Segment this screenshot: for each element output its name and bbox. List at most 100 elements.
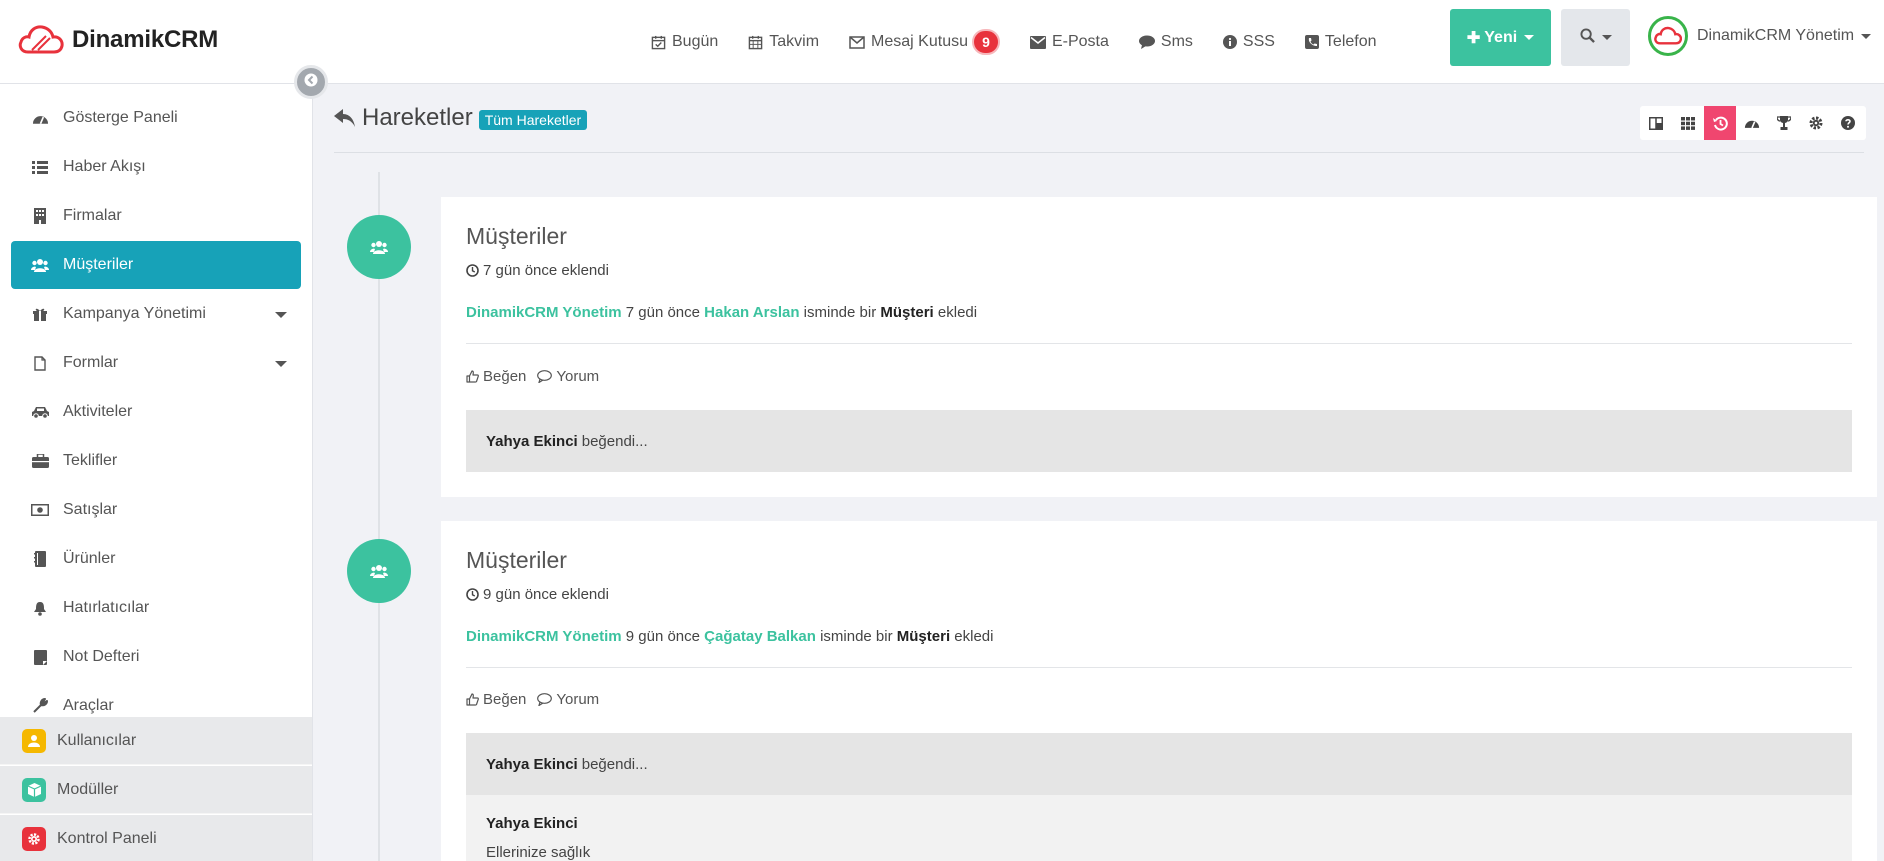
when-text: 9 gün önce — [625, 628, 700, 645]
envelope-outline-icon — [849, 35, 865, 49]
sidebar-item-kontrol-paneli[interactable]: Kontrol Paneli — [0, 815, 312, 861]
chevron-down-icon — [1524, 35, 1535, 40]
nav-label: Bugün — [672, 33, 719, 50]
view-toolbar — [1640, 106, 1866, 140]
sidebar-item-label: Kullanıcılar — [57, 731, 137, 749]
like-label: Beğen — [483, 691, 527, 708]
sidebar-item-firmalar[interactable]: Firmalar — [11, 192, 301, 240]
card-body: DinamikCRM Yönetim 7 gün önce Hakan Arsl… — [466, 304, 977, 321]
comment-button[interactable]: Yorum — [537, 368, 599, 385]
nav-label: SSS — [1242, 33, 1275, 50]
filter-label[interactable]: Tüm Hareketler — [478, 110, 588, 130]
sidebar-item-haber-akisi[interactable]: Haber Akışı — [11, 143, 301, 191]
sidebar-item-label: Kontrol Paneli — [57, 829, 157, 847]
nav-bugun[interactable]: Bugün — [651, 33, 718, 51]
history-icon[interactable] — [1704, 106, 1736, 140]
sidebar-item-kampanya-yonetimi[interactable]: Kampanya Yönetimi — [11, 290, 301, 338]
timeline-users-icon — [347, 539, 411, 603]
comment-icon — [1138, 35, 1155, 49]
sidebar-item-kullanicilar[interactable]: Kullanıcılar — [0, 717, 312, 765]
user-menu[interactable]: DinamikCRM Yönetim — [1648, 16, 1872, 56]
type-text: Müşteri — [896, 628, 951, 645]
new-button-label: Yeni — [1484, 28, 1518, 46]
card-actions: Beğen Yorum — [466, 368, 610, 385]
like-button[interactable]: Beğen — [466, 691, 526, 708]
comment-label: Yorum — [556, 691, 600, 708]
liker-name[interactable]: Yahya Ekinci — [486, 433, 578, 450]
liker-name[interactable]: Yahya Ekinci — [486, 756, 578, 773]
subject-link[interactable]: Çağatay Balkan — [704, 628, 816, 645]
card-time-text: 9 gün önce eklendi — [483, 586, 609, 603]
sidebar-item-not-defteri[interactable]: Not Defteri — [11, 633, 301, 681]
middle-text: isminde bir — [820, 628, 893, 645]
comment-outline-icon — [537, 370, 553, 383]
clock-icon — [466, 264, 479, 277]
layout-icon[interactable] — [1640, 106, 1672, 140]
nav-label: Sms — [1160, 33, 1193, 50]
user-icon — [22, 728, 46, 753]
sidebar-item-formlar[interactable]: Formlar — [11, 339, 301, 387]
wrench-icon — [29, 698, 51, 714]
timeline-users-icon — [347, 215, 411, 279]
actor-link[interactable]: DinamikCRM Yönetim — [466, 628, 622, 645]
sidebar-item-label: Kampanya Yönetimi — [63, 305, 206, 322]
timeline-card: Müşteriler 7 gün önce eklendi DinamikCRM… — [441, 197, 1877, 497]
grid-icon[interactable] — [1672, 106, 1704, 140]
type-text: Müşteri — [880, 304, 934, 321]
money-icon — [29, 504, 51, 516]
nav-telefon[interactable]: Telefon — [1304, 33, 1377, 51]
help-icon[interactable] — [1832, 106, 1864, 140]
car-icon — [29, 406, 51, 419]
phone-icon — [1304, 35, 1319, 49]
reply-back-icon[interactable] — [334, 109, 356, 127]
sidebar-item-musteriler[interactable]: Müşteriler — [11, 241, 301, 289]
nav-mesaj-kutusu[interactable]: Mesaj Kutusu 9 — [849, 29, 1000, 55]
nav-sms[interactable]: Sms — [1138, 33, 1193, 51]
list-icon — [29, 160, 51, 174]
comment-item: Yahya Ekinci Ellerinize sağlık — [466, 795, 1852, 861]
file-icon — [29, 355, 51, 371]
comment-label: Yorum — [556, 368, 600, 385]
middle-text: isminde bir — [803, 304, 877, 321]
sidebar-item-moduller[interactable]: Modüller — [0, 766, 312, 814]
trophy-icon[interactable] — [1768, 106, 1800, 140]
top-bar: DinamikCRM Bugün Takvim Mesaj Kutusu 9 E… — [0, 0, 1884, 84]
sidebar-item-teklifler[interactable]: Teklifler — [11, 437, 301, 485]
comment-button[interactable]: Yorum — [537, 691, 599, 708]
chevron-down-icon — [1861, 33, 1872, 39]
sidebar-collapse-button[interactable] — [294, 65, 328, 99]
sidebar-item-satislar[interactable]: Satışlar — [11, 486, 301, 534]
brand-name: DinamikCRM — [72, 26, 219, 53]
plus-icon: ✚ — [1466, 29, 1481, 47]
search-button[interactable] — [1561, 9, 1630, 66]
card-time: 7 gün önce eklendi — [466, 262, 609, 279]
new-button[interactable]: ✚ Yeni — [1450, 9, 1551, 66]
card-title: Müşteriler — [466, 223, 567, 249]
unread-count-badge: 9 — [971, 29, 1000, 55]
book-icon — [29, 551, 51, 567]
chevron-down-icon — [275, 312, 287, 318]
sidebar: Gösterge Paneli Haber Akışı Firmalar Müş… — [0, 84, 313, 861]
nav-sss[interactable]: SSS — [1222, 33, 1275, 51]
sidebar-item-label: Haber Akışı — [63, 158, 146, 175]
cube-icon — [22, 777, 46, 802]
cloud-logo-icon — [18, 24, 64, 56]
brand-logo[interactable]: DinamikCRM — [18, 24, 218, 56]
page-header: Hareketler Tüm Hareketler — [334, 104, 588, 132]
actor-link[interactable]: DinamikCRM Yönetim — [466, 304, 622, 321]
comment-author[interactable]: Yahya Ekinci — [486, 815, 1832, 832]
like-button[interactable]: Beğen — [466, 368, 526, 385]
gear-icon[interactable] — [1800, 106, 1832, 140]
nav-takvim[interactable]: Takvim — [748, 33, 819, 51]
dashboard-icon[interactable] — [1736, 106, 1768, 140]
sidebar-item-urunler[interactable]: Ürünler — [11, 535, 301, 583]
user-name: DinamikCRM Yönetim — [1697, 27, 1855, 44]
subject-link[interactable]: Hakan Arslan — [704, 304, 799, 321]
comment-text: Ellerinize sağlık — [486, 844, 591, 861]
sidebar-item-gosterge-paneli[interactable]: Gösterge Paneli — [11, 94, 301, 142]
nav-e-posta[interactable]: E-Posta — [1029, 33, 1109, 51]
sidebar-item-hatirlaticilar[interactable]: Hatırlatıcılar — [11, 584, 301, 632]
briefcase-icon — [29, 454, 51, 468]
sidebar-item-aktiviteler[interactable]: Aktiviteler — [11, 388, 301, 436]
card-divider — [466, 667, 1852, 668]
